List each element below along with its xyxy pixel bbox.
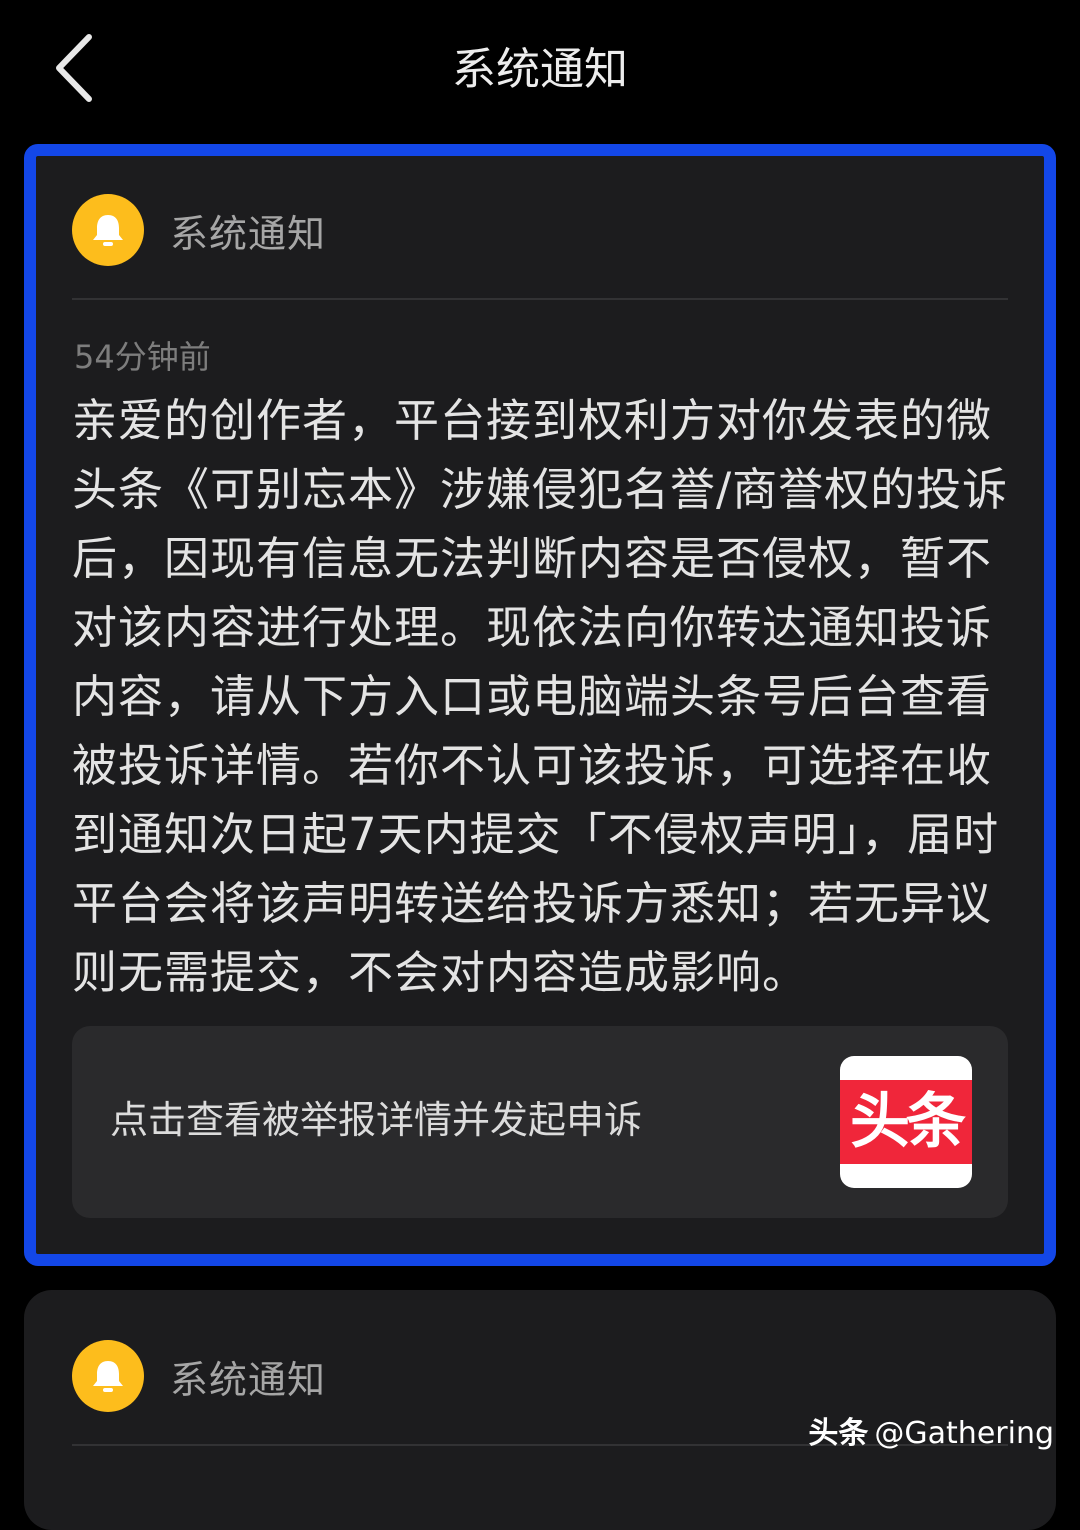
notification-card[interactable]: 系统通知 [24, 1290, 1056, 1530]
bell-icon [93, 1361, 123, 1392]
avatar [72, 194, 144, 266]
message-body: 亲爱的创作者，平台接到权利方对你发表的微头条《可别忘本》涉嫌侵犯名誉/商誉权的投… [72, 394, 1009, 999]
timestamp: 54分钟前 [74, 338, 211, 376]
avatar [72, 1340, 144, 1412]
toutiao-logo: 头条 [840, 1056, 972, 1188]
view-report-details-button[interactable]: 点击查看被举报详情并发起申诉 头条 [72, 1026, 1008, 1218]
bell-icon [93, 215, 123, 246]
notification-header: 系统通知 [72, 1338, 326, 1414]
watermark: 头条 @Gathering [808, 1412, 1054, 1456]
sender-name: 系统通知 [170, 211, 327, 256]
sender-name: 系统通知 [170, 1357, 327, 1402]
divider [72, 298, 1008, 300]
notification-header: 系统通知 [72, 192, 326, 268]
page-title: 系统通知 [452, 44, 628, 95]
watermark-handle: @Gathering [874, 1416, 1054, 1451]
notification-card: 系统通知 54分钟前 亲爱的创作者，平台接到权利方对你发表的微头条《可别忘本》涉… [24, 144, 1056, 1266]
watermark-brand: 头条 [808, 1416, 869, 1451]
logo-text: 头条 [850, 1087, 966, 1157]
nav-bar: 系统通知 [0, 0, 1080, 140]
action-label: 点击查看被举报详情并发起申诉 [110, 1098, 643, 1142]
